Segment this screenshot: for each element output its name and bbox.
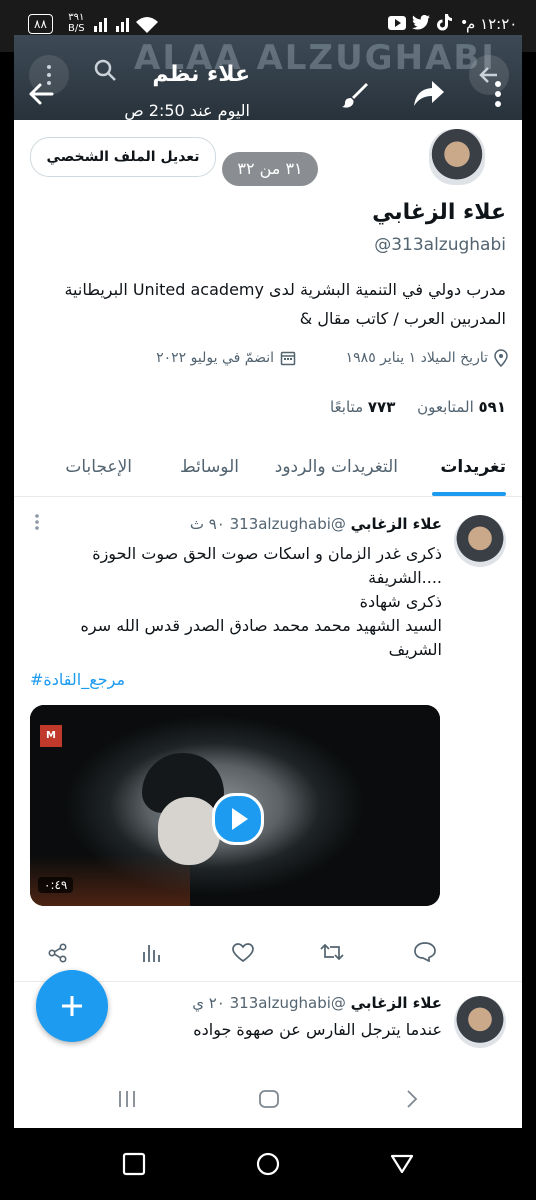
tweet-video[interactable]: M ٠:٤٩ <box>30 705 440 906</box>
tweet-author-handle: @313alzughabi <box>229 994 346 1012</box>
followers-link[interactable]: ٥٩١ المتابعون <box>417 398 506 416</box>
video-figure-face <box>158 797 220 865</box>
image-counter-pill: ٣١ من ٣٢ <box>222 152 318 186</box>
home-circle-icon[interactable] <box>256 1152 280 1180</box>
tweet-more-icon[interactable] <box>34 513 40 535</box>
battery-indicator: ٨٨ <box>28 14 53 34</box>
like-heart-icon[interactable] <box>232 943 254 967</box>
tweet-text: ذكرى غدر الزمان و اسكات صوت الحق صوت الح… <box>22 542 442 662</box>
twitter-profile-page: تعديل الملف الشخصي ٣١ من ٣٢ علاء الزغابي… <box>14 120 522 1128</box>
back-triangle-icon[interactable] <box>390 1153 414 1179</box>
tweet-header: علاء الزغابي @313alzughabi ٩٠ ث <box>190 515 442 533</box>
forward-share-button[interactable] <box>414 81 444 111</box>
tweet-text-line: عندما يترجل الفارس عن صهوة جواده <box>193 1020 442 1039</box>
profile-name: علاء الزغابي <box>372 200 506 225</box>
tweet-time: ٢٠ ي <box>192 994 225 1012</box>
retweet-icon[interactable] <box>320 942 344 966</box>
following-link[interactable]: ٧٧٣ متابعًا <box>330 398 395 416</box>
followers-label: المتابعون <box>417 398 474 416</box>
back-chevron-icon[interactable] <box>400 1088 422 1114</box>
edit-profile-button[interactable]: تعديل الملف الشخصي <box>30 137 216 177</box>
tweet[interactable]: علاء الزغابي @313alzughabi ٩٠ ث ذكرى غدر… <box>14 497 522 978</box>
calendar-icon <box>280 350 296 370</box>
profile-bio-line-1: مدرب دولي في التنمية البشرية لدى United … <box>64 280 506 299</box>
tab-media[interactable]: الوسائط <box>180 457 239 477</box>
tweet-author-handle: @313alzughabi <box>229 515 346 533</box>
tweet-author-name: علاء الزغابي <box>350 994 442 1012</box>
tweet-text-line: السيد الشهيد محمد محمد صادق الصدر قدس ال… <box>80 616 442 635</box>
analytics-icon[interactable] <box>141 943 161 967</box>
tweet-text-line: الشريف <box>388 640 442 659</box>
back-arrow-button[interactable] <box>26 79 56 113</box>
system-nav-bar <box>0 1130 536 1200</box>
profile-bio-line-2: & المدربين العرب / كاتب مقال <box>299 309 506 328</box>
tiktok-icon <box>437 14 452 35</box>
image-viewer-header: ALAA ALZUGHABI علاء نظم اليوم عند 2:50 ص <box>14 35 522 120</box>
location-pin-icon <box>494 349 508 371</box>
tab-likes[interactable]: الإعجابات <box>65 457 132 477</box>
following-count: ٧٧٣ <box>367 398 396 416</box>
tweet-header: علاء الزغابي @313alzughabi ٢٠ ي <box>192 994 442 1012</box>
tweet-text-line: ذكرى شهادة <box>359 592 442 611</box>
home-icon[interactable] <box>258 1088 280 1114</box>
play-button[interactable] <box>212 793 264 845</box>
clock: ١٢:٢٠ م <box>466 15 518 33</box>
tweet-text-line: ذكرى غدر الزمان و اسكات صوت الحق صوت الح… <box>92 544 442 563</box>
profile-handle: @313alzughabi <box>374 235 506 255</box>
tweet-avatar[interactable] <box>454 996 506 1048</box>
hashtag-link[interactable]: #مرجع_القادة <box>30 670 125 689</box>
message-timestamp: اليوم عند 2:50 ص <box>124 101 250 120</box>
video-duration: ٠:٤٩ <box>38 877 74 893</box>
edit-profile-label: تعديل الملف الشخصي <box>46 149 200 165</box>
overview-square-icon[interactable] <box>122 1152 146 1180</box>
profile-avatar[interactable] <box>426 126 488 188</box>
joined-date: انضمّ في يوليو ٢٠٢٢ <box>156 350 274 366</box>
share-icon[interactable] <box>48 943 68 967</box>
recents-icon[interactable] <box>116 1088 138 1114</box>
net-speed-value: ٣٩١ <box>68 12 85 23</box>
channel-logo: M <box>40 725 62 747</box>
compose-tweet-button[interactable] <box>36 970 108 1042</box>
net-speed: ٣٩١ B/S <box>68 12 85 34</box>
tweet-author-name: علاء الزغابي <box>350 515 442 533</box>
image-counter: ٣١ من ٣٢ <box>237 159 303 178</box>
tweet-avatar[interactable] <box>454 515 506 567</box>
inner-nav-bar <box>14 1072 522 1128</box>
edit-brush-button[interactable] <box>340 81 368 113</box>
tab-tweets-and-replies[interactable]: التغريدات والردود <box>275 457 398 477</box>
twitter-icon <box>412 14 430 34</box>
tab-tweets[interactable]: تغريدات <box>440 457 506 477</box>
youtube-icon <box>388 16 406 34</box>
following-label: متابعًا <box>330 398 364 416</box>
reply-icon[interactable] <box>414 942 436 966</box>
followers-count: ٥٩١ <box>478 398 506 416</box>
birthdate: تاريخ الميلاد ١ يناير ١٩٨٥ <box>345 350 488 366</box>
tweet-text-line: الشريفة.... <box>368 568 442 587</box>
more-options-button[interactable] <box>492 79 504 113</box>
sender-name: علاء نظم <box>152 62 250 87</box>
tweet-time: ٩٠ ث <box>189 515 225 533</box>
net-speed-unit: B/S <box>68 23 85 34</box>
